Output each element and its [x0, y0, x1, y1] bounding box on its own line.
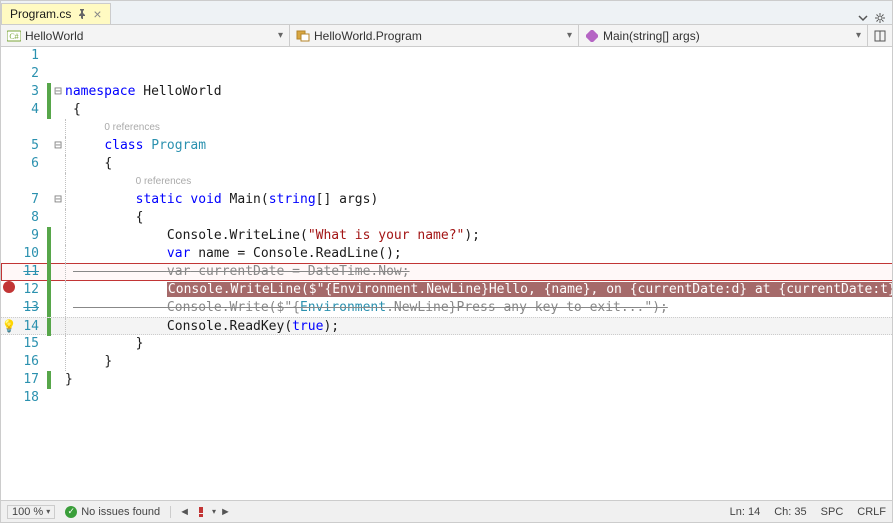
selected-text: Console.WriteLine($"{Environment.NewLine… [167, 282, 892, 297]
method-icon [585, 29, 599, 43]
svg-text:C#: C# [9, 32, 18, 41]
editor-window: Program.cs × C# HelloWorld ▾ [0, 0, 893, 523]
codelens[interactable]: 0 references [1, 173, 892, 191]
error-nav-icon[interactable] [194, 506, 208, 518]
issues-label: No issues found [81, 506, 160, 518]
csharp-icon: C# [7, 29, 21, 43]
nav-project-label: HelloWorld [25, 29, 83, 43]
code-line: 5⊟ class Program [1, 137, 892, 155]
lightbulb-icon[interactable]: 💡 [2, 318, 17, 336]
zoom-level[interactable]: 100 % ▾ [7, 505, 55, 519]
char-label[interactable]: Ch: 35 [774, 506, 806, 518]
chevron-down-icon: ▾ [567, 30, 572, 41]
code-line: 7⊟ static void Main(string[] args) [1, 191, 892, 209]
tab-strip-tools [858, 12, 892, 24]
chevron-down-icon: ▾ [278, 30, 283, 41]
code-line: 10 var name = Console.ReadLine(); [1, 245, 892, 263]
indent-label[interactable]: SPC [821, 506, 844, 518]
code-editor[interactable]: 1 2 3⊟ namespace HelloWorld 4 { 0 refere… [1, 47, 892, 500]
code-line: 💡 14 Console.ReadKey(true); [1, 317, 892, 335]
nav-class-label: HelloWorld.Program [314, 29, 422, 43]
split-button[interactable] [868, 25, 892, 46]
breakpoint-icon[interactable] [3, 281, 15, 293]
close-icon[interactable]: × [93, 7, 101, 21]
class-icon [296, 29, 310, 43]
nav-method-label: Main(string[] args) [603, 29, 700, 43]
codelens[interactable]: 0 references [1, 119, 892, 137]
code-line: 8 { [1, 209, 892, 227]
nav-method[interactable]: Main(string[] args) ▾ [579, 25, 868, 46]
code-line: 12 Console.WriteLine($"{Environment.NewL… [1, 281, 892, 299]
issues-status[interactable]: ✓ No issues found [65, 506, 160, 518]
tab-strip: Program.cs × [1, 1, 892, 25]
chevron-down-icon: ▾ [856, 30, 861, 41]
zoom-value: 100 % [12, 506, 43, 518]
nav-class[interactable]: HelloWorld.Program ▾ [290, 25, 579, 46]
code-line: 4 { [1, 101, 892, 119]
tab-filename: Program.cs [10, 7, 71, 21]
code-line: 2 [1, 65, 892, 83]
chevron-down-icon: ▾ [46, 507, 50, 516]
nav-buttons: ◄ ▾ ► [170, 506, 231, 518]
code-line: 6 { [1, 155, 892, 173]
code-line: 16 } [1, 353, 892, 371]
chevron-down-icon[interactable] [858, 13, 868, 23]
left-arrow-icon[interactable]: ◄ [179, 506, 190, 518]
nav-project[interactable]: C# HelloWorld ▾ [1, 25, 290, 46]
check-icon: ✓ [65, 506, 77, 518]
code-line: 11 var currentDate = DateTime.Now; [1, 263, 892, 281]
code-surface[interactable]: 1 2 3⊟ namespace HelloWorld 4 { 0 refere… [1, 47, 892, 500]
eol-label[interactable]: CRLF [857, 506, 886, 518]
status-bar: 100 % ▾ ✓ No issues found ◄ ▾ ► Ln: 14 C… [1, 500, 892, 522]
navigation-bar: C# HelloWorld ▾ HelloWorld.Program ▾ Mai… [1, 25, 892, 47]
file-tab[interactable]: Program.cs × [1, 3, 111, 24]
code-line: 15 } [1, 335, 892, 353]
pin-icon[interactable] [77, 9, 87, 19]
code-line: 9 Console.WriteLine("What is your name?"… [1, 227, 892, 245]
code-line: 17 } [1, 371, 892, 389]
right-arrow-icon[interactable]: ► [220, 506, 231, 518]
code-line: 18 [1, 389, 892, 407]
line-label[interactable]: Ln: 14 [730, 506, 761, 518]
code-line: 3⊟ namespace HelloWorld [1, 83, 892, 101]
gear-icon[interactable] [874, 12, 886, 24]
code-line: 13 Console.Write($"{Environment.NewLine}… [1, 299, 892, 317]
code-line: 1 [1, 47, 892, 65]
